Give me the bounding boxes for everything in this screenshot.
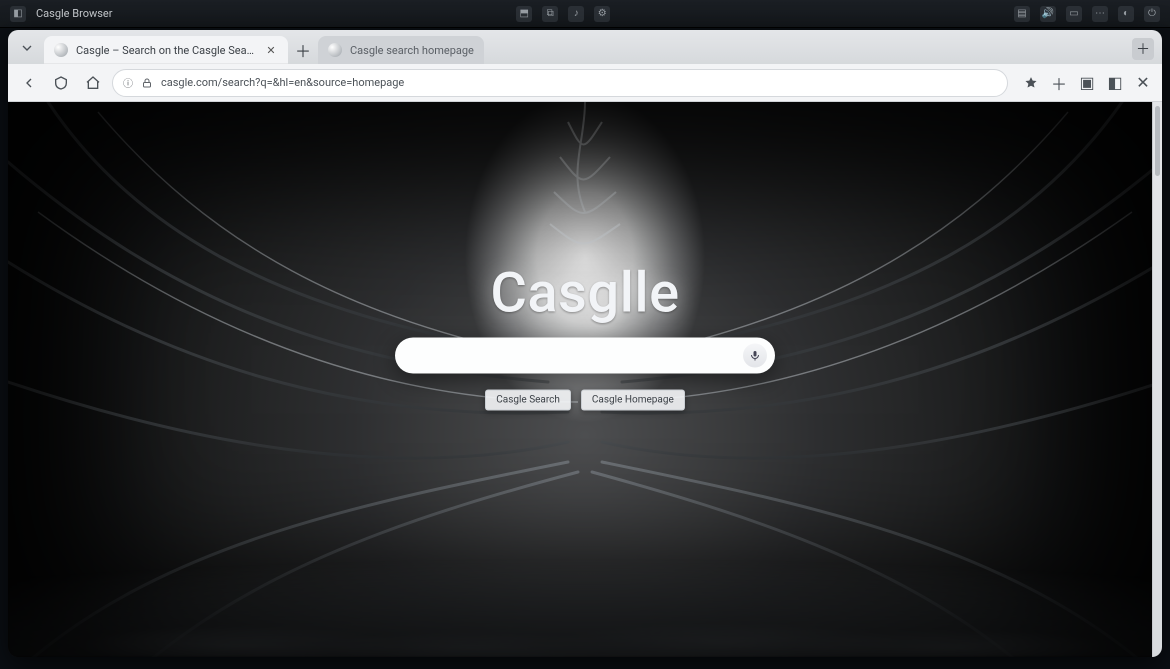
browser-toolbar: ⓘ ＋ ▣ ◧ ✕: [8, 64, 1162, 102]
voice-search-icon[interactable]: [743, 344, 767, 368]
search-button[interactable]: Casgle Search: [485, 390, 571, 411]
new-tab-button[interactable]: ＋: [292, 39, 314, 61]
tray-battery-icon[interactable]: ▭: [1066, 6, 1082, 22]
browser-window: Casgle – Search on the Casgle Search ✕ ＋…: [8, 30, 1162, 657]
site-info-icon[interactable]: ⓘ: [123, 75, 133, 90]
scrollbar-thumb[interactable]: [1155, 106, 1160, 176]
favicon-icon: [54, 43, 68, 57]
lock-icon: [141, 77, 153, 89]
extension-icon[interactable]: ▣: [1076, 72, 1098, 94]
window-close-button[interactable]: ✕: [1132, 72, 1154, 94]
url-input[interactable]: [161, 76, 997, 89]
search-buttons: Casgle Search Casgle Homepage: [485, 390, 685, 411]
tray-power-icon[interactable]: ⏻: [1144, 6, 1160, 22]
tray-volume-icon[interactable]: 🔊: [1040, 6, 1056, 22]
extensions-button[interactable]: ＋: [1048, 72, 1070, 94]
app-menu-icon[interactable]: ◧: [10, 6, 26, 22]
lucky-button[interactable]: Casgle Homepage: [581, 390, 685, 411]
search-module: Casglle Casgle Search Casgle Homepage: [365, 260, 805, 411]
os-app-title: Casgle Browser: [36, 7, 112, 20]
tray-icon[interactable]: ⧉: [542, 6, 558, 22]
home-button[interactable]: [80, 70, 106, 96]
tray-icon[interactable]: ♪: [568, 6, 584, 22]
address-bar[interactable]: ⓘ: [112, 69, 1008, 97]
back-button[interactable]: [16, 70, 42, 96]
page-content: Casglle Casgle Search Casgle Homepage: [8, 102, 1162, 657]
background-fog: [8, 424, 1162, 657]
tab-close-button[interactable]: ✕: [264, 43, 278, 57]
search-input[interactable]: [409, 348, 743, 363]
tab-strip: Casgle – Search on the Casgle Search ✕ ＋…: [8, 30, 1162, 64]
tray-icon[interactable]: ⬒: [516, 6, 532, 22]
brand-logo: Casglle: [490, 260, 679, 326]
new-tab-right-button[interactable]: ＋: [1132, 38, 1154, 60]
os-top-panel: ◧ Casgle Browser ⬒ ⧉ ♪ ⚙ ▤ 🔊 ▭ ⋯ ◐ ⏻: [0, 0, 1170, 28]
tab-inactive[interactable]: Casgle search homepage: [318, 36, 484, 64]
tab-label: Casgle search homepage: [350, 44, 474, 57]
shield-icon[interactable]: [48, 70, 74, 96]
page-scrollbar[interactable]: [1152, 102, 1162, 657]
bookmark-button[interactable]: [1020, 72, 1042, 94]
tray-settings-icon[interactable]: ⋯: [1092, 6, 1108, 22]
tray-icon[interactable]: ⚙: [594, 6, 610, 22]
tab-list-button[interactable]: [14, 35, 40, 61]
account-icon[interactable]: ◧: [1104, 72, 1126, 94]
tray-user-icon[interactable]: ◐: [1118, 6, 1134, 22]
favicon-icon: [328, 43, 342, 57]
search-bar[interactable]: [395, 338, 775, 374]
tab-label: Casgle – Search on the Casgle Search: [76, 44, 256, 57]
tray-network-icon[interactable]: ▤: [1014, 6, 1030, 22]
tab-active[interactable]: Casgle – Search on the Casgle Search ✕: [44, 36, 288, 64]
